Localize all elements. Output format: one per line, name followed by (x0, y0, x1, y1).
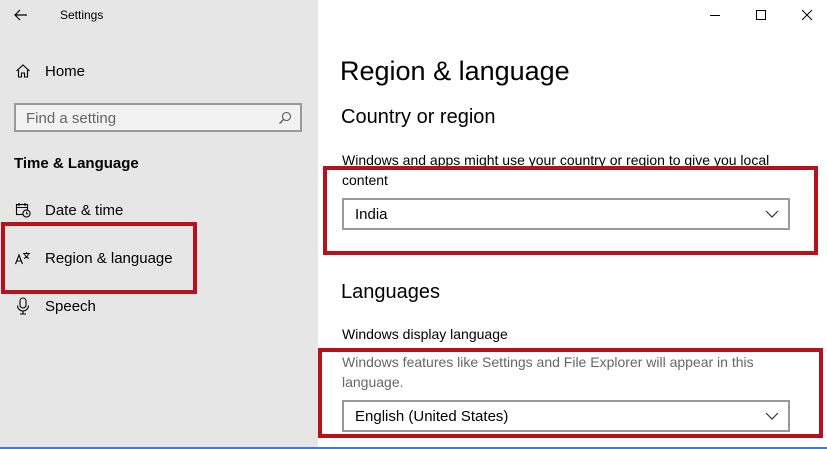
calendar-clock-icon (13, 200, 33, 220)
language-icon (13, 248, 33, 268)
sidebar-item-label: Speech (45, 297, 96, 315)
home-icon (13, 61, 33, 81)
country-heading: Country or region (341, 106, 496, 128)
display-language-selected-value: English (United States) (355, 408, 509, 425)
languages-heading: Languages (341, 281, 440, 303)
display-language-dropdown[interactable]: English (United States) (342, 400, 790, 432)
minimize-icon (710, 15, 720, 16)
sidebar-item-label: Date & time (45, 201, 124, 219)
search-icon[interactable] (278, 111, 292, 125)
sidebar-item-speech[interactable]: Speech (0, 286, 318, 326)
sidebar-item-region-language[interactable]: Region & language (0, 238, 318, 278)
page-title: Region & language (340, 56, 570, 86)
close-button[interactable] (784, 0, 827, 30)
sidebar-item-label: Region & language (45, 249, 173, 267)
country-selected-value: India (355, 206, 388, 223)
section-title: Time & Language (14, 155, 139, 172)
microphone-icon (13, 296, 33, 316)
sidebar-item-home[interactable]: Home (0, 51, 318, 91)
close-icon (801, 9, 813, 21)
maximize-icon (756, 10, 766, 20)
sidebar-item-date-time[interactable]: Date & time (0, 190, 318, 230)
maximize-button[interactable] (738, 0, 784, 30)
minimize-button[interactable] (692, 0, 738, 30)
sidebar: Settings Home Time & Language D (0, 0, 318, 447)
app-title: Settings (60, 8, 104, 22)
display-language-label: Windows display language (342, 326, 508, 342)
chevron-down-icon (765, 412, 779, 420)
search-input[interactable] (26, 109, 276, 127)
country-description: Windows and apps might use your country … (342, 152, 770, 188)
chevron-down-icon (765, 210, 779, 218)
sidebar-item-label: Home (45, 62, 86, 80)
display-language-description: Windows features like Settings and File … (342, 354, 754, 390)
back-button[interactable] (10, 4, 32, 26)
back-arrow-icon (14, 9, 27, 21)
country-dropdown[interactable]: India (342, 198, 790, 230)
main-content: Region & language Country or region Wind… (318, 0, 827, 447)
search-box[interactable] (14, 103, 302, 132)
